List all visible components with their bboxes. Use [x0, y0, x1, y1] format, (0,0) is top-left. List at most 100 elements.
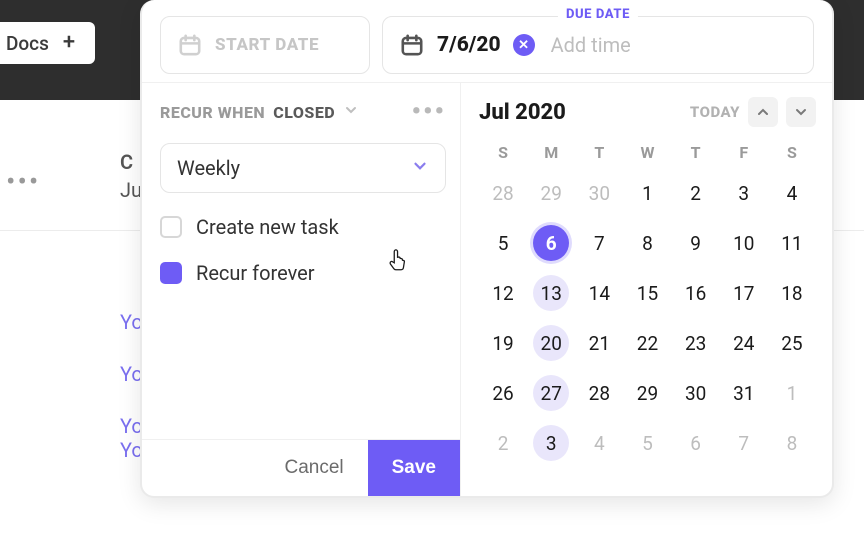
dow-cell: M	[527, 143, 575, 162]
calendar-day[interactable]: 30	[672, 374, 720, 412]
overflow-dots-left[interactable]: •••	[6, 165, 40, 198]
dow-cell: S	[479, 143, 527, 162]
calendar-title: Jul 2020	[479, 100, 566, 125]
add-time-link[interactable]: Add time	[551, 33, 631, 57]
day-number: 4	[581, 425, 617, 461]
day-number: 14	[581, 275, 617, 311]
calendar-grid: 2829301234567891011121314151617181920212…	[479, 174, 816, 462]
calendar-day[interactable]: 1	[623, 174, 671, 212]
next-month-button[interactable]	[786, 97, 816, 127]
calendar-day[interactable]: 21	[575, 324, 623, 362]
calendar-day[interactable]: 11	[768, 224, 816, 262]
calendar-day[interactable]: 3	[720, 174, 768, 212]
calendar-day[interactable]: 8	[768, 424, 816, 462]
day-number: 8	[774, 425, 810, 461]
calendar-icon	[399, 32, 425, 58]
plus-icon[interactable]: +	[63, 32, 75, 54]
calendar-day[interactable]: 23	[672, 324, 720, 362]
clear-due-date-icon[interactable]: ✕	[513, 34, 535, 56]
chevron-down-icon	[343, 102, 359, 122]
calendar-day[interactable]: 2	[672, 174, 720, 212]
today-button[interactable]: TODAY	[690, 103, 740, 121]
calendar-day[interactable]: 9	[672, 224, 720, 262]
dow-cell: F	[720, 143, 768, 162]
overflow-menu[interactable]: •••	[412, 97, 446, 127]
calendar-day[interactable]: 13	[527, 274, 575, 312]
start-date-field[interactable]: START DATE	[160, 16, 370, 74]
calendar-day[interactable]: 27	[527, 374, 575, 412]
calendar-day[interactable]: 7	[575, 224, 623, 262]
save-button[interactable]: Save	[368, 440, 460, 496]
due-date-field[interactable]: DUE DATE 7/6/20 ✕ Add time	[382, 16, 814, 74]
calendar-day[interactable]: 7	[720, 424, 768, 462]
prev-month-button[interactable]	[748, 97, 778, 127]
calendar-day[interactable]: 4	[575, 424, 623, 462]
calendar-header: Jul 2020 TODAY	[479, 97, 816, 127]
day-number: 16	[678, 275, 714, 311]
calendar-day[interactable]: 5	[623, 424, 671, 462]
calendar-day[interactable]: 20	[527, 324, 575, 362]
recurrence-pane: RECUR WHEN CLOSED ••• Weekly Create new …	[142, 83, 460, 496]
calendar-day[interactable]: 15	[623, 274, 671, 312]
create-new-task-row[interactable]: Create new task	[160, 215, 446, 239]
calendar-pane: Jul 2020 TODAY S M T W T F S	[460, 83, 832, 496]
dow-cell: S	[768, 143, 816, 162]
day-number: 5	[629, 425, 665, 461]
calendar-day[interactable]: 24	[720, 324, 768, 362]
calendar-day[interactable]: 30	[575, 174, 623, 212]
calendar-day[interactable]: 18	[768, 274, 816, 312]
checkbox-checked[interactable]	[160, 262, 182, 284]
date-recurrence-dialog: START DATE DUE DATE 7/6/20 ✕ Add time RE…	[140, 0, 834, 498]
day-number: 6	[678, 425, 714, 461]
frequency-select[interactable]: Weekly	[160, 143, 446, 193]
day-number: 23	[678, 325, 714, 361]
day-number: 8	[629, 225, 665, 261]
calendar-day[interactable]: 6	[527, 224, 575, 262]
calendar-day[interactable]: 28	[575, 374, 623, 412]
recur-prefix: RECUR WHEN	[160, 103, 265, 122]
due-date-label: DUE DATE	[558, 7, 638, 22]
day-number: 24	[726, 325, 762, 361]
cancel-button[interactable]: Cancel	[260, 440, 367, 496]
calendar-day[interactable]: 26	[479, 374, 527, 412]
calendar-day[interactable]: 6	[672, 424, 720, 462]
calendar-day[interactable]: 22	[623, 324, 671, 362]
calendar-day[interactable]: 8	[623, 224, 671, 262]
dow-cell: W	[623, 143, 671, 162]
calendar-day[interactable]: 10	[720, 224, 768, 262]
day-number: 28	[581, 375, 617, 411]
calendar-day[interactable]: 28	[479, 174, 527, 212]
day-number: 5	[485, 225, 521, 261]
calendar-day[interactable]: 4	[768, 174, 816, 212]
top-tab-docs[interactable]: Docs +	[0, 22, 95, 64]
day-number: 15	[629, 275, 665, 311]
day-number: 6	[533, 225, 569, 261]
calendar-day[interactable]: 3	[527, 424, 575, 462]
calendar-day[interactable]: 1	[768, 374, 816, 412]
calendar-day[interactable]: 5	[479, 224, 527, 262]
calendar-day[interactable]: 14	[575, 274, 623, 312]
day-number: 7	[726, 425, 762, 461]
calendar-day[interactable]: 16	[672, 274, 720, 312]
day-number: 2	[678, 175, 714, 211]
calendar-day[interactable]: 29	[527, 174, 575, 212]
calendar-day[interactable]: 25	[768, 324, 816, 362]
calendar-day[interactable]: 2	[479, 424, 527, 462]
calendar-day[interactable]: 12	[479, 274, 527, 312]
day-number: 1	[629, 175, 665, 211]
day-number: 17	[726, 275, 762, 311]
recur-forever-row[interactable]: Recur forever	[160, 261, 446, 285]
calendar-day[interactable]: 29	[623, 374, 671, 412]
day-number: 4	[774, 175, 810, 211]
dow-cell: T	[672, 143, 720, 162]
create-new-task-label: Create new task	[196, 215, 339, 239]
recur-when-row[interactable]: RECUR WHEN CLOSED •••	[160, 97, 446, 127]
calendar-day[interactable]: 31	[720, 374, 768, 412]
day-number: 19	[485, 325, 521, 361]
calendar-icon	[177, 32, 203, 58]
day-number: 30	[581, 175, 617, 211]
calendar-day[interactable]: 19	[479, 324, 527, 362]
calendar-day[interactable]: 17	[720, 274, 768, 312]
checkbox[interactable]	[160, 216, 182, 238]
tab-label: Docs	[6, 32, 49, 55]
